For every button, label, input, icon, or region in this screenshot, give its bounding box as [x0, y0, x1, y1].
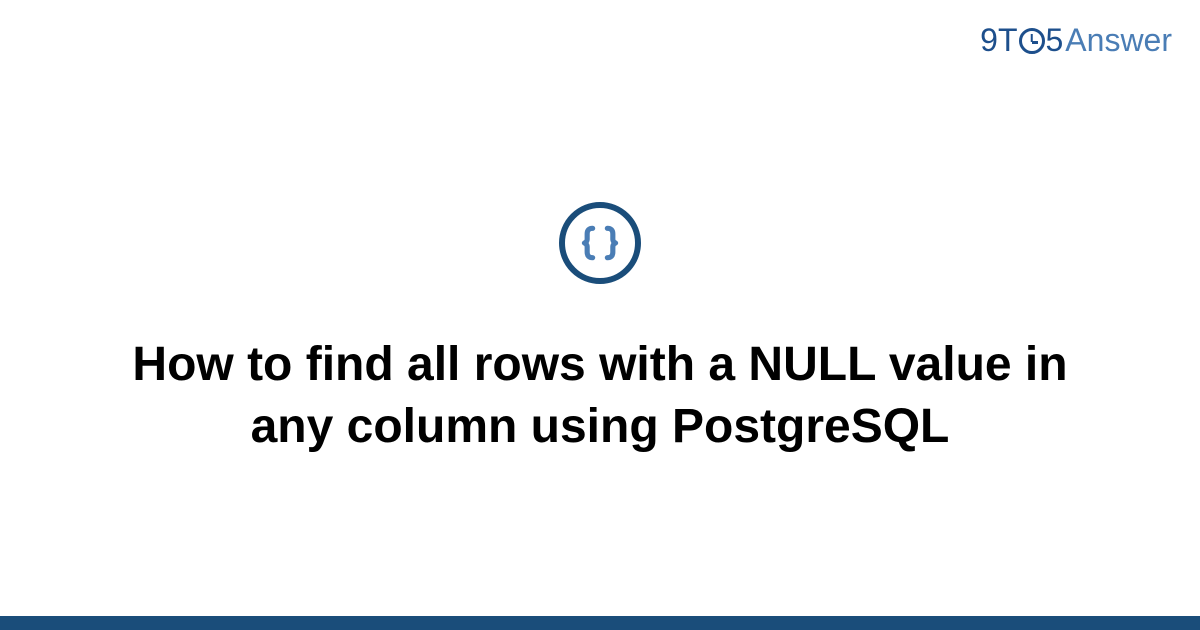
- main-content: How to find all rows with a NULL value i…: [0, 0, 1200, 630]
- footer-accent-bar: [0, 616, 1200, 630]
- code-braces-icon: [559, 202, 641, 284]
- page-title: How to find all rows with a NULL value i…: [120, 334, 1080, 459]
